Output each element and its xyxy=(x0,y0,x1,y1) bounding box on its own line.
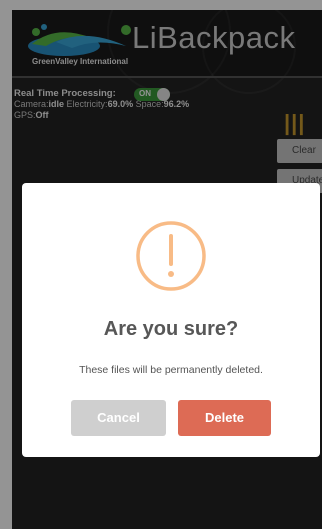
dialog-message: These files will be permanently deleted. xyxy=(79,364,263,376)
cancel-button[interactable]: Cancel xyxy=(71,400,166,436)
dialog-title: Are you sure? xyxy=(103,318,239,340)
delete-button[interactable]: Delete xyxy=(178,400,271,436)
confirm-dialog: Are you sure? These files will be perman… xyxy=(22,183,320,457)
exclamation-circle-icon xyxy=(136,221,206,291)
